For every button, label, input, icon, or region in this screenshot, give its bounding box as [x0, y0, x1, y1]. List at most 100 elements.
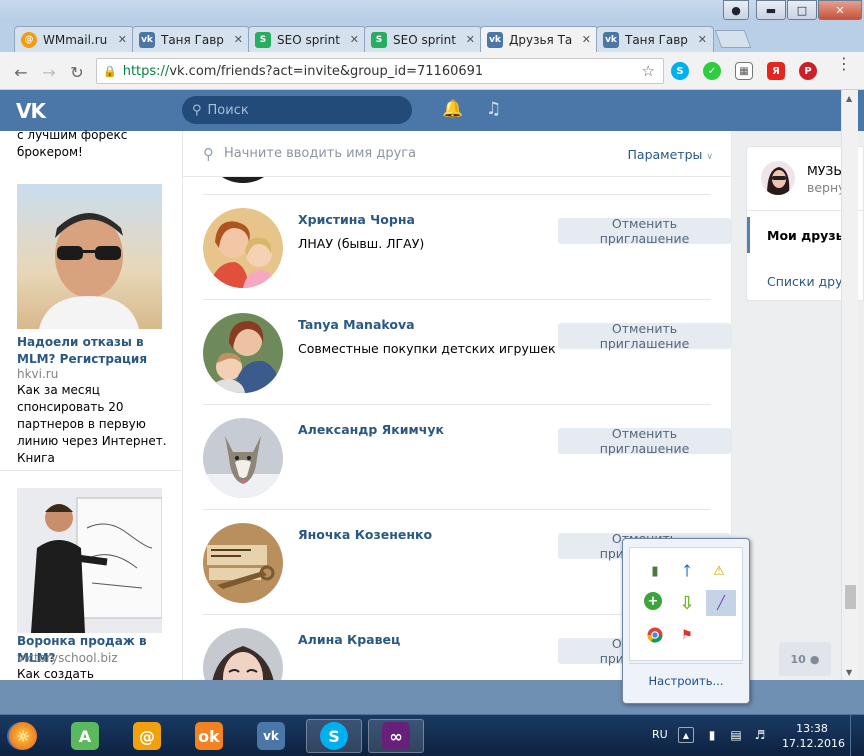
profile-button[interactable]: ● — [723, 0, 749, 20]
usb-safe-remove-icon[interactable]: ▮ — [644, 560, 666, 582]
close-tab-icon[interactable]: ✕ — [350, 33, 359, 46]
download-arrow-icon[interactable]: ⇩ — [676, 592, 698, 614]
cancel-invite-button[interactable]: Отменить приглашение — [558, 321, 731, 351]
taskbar-skype[interactable]: S — [306, 719, 362, 753]
reload-button[interactable]: ↻ — [66, 61, 88, 83]
browser-tab-3[interactable]: S SEO sprint ✕ — [248, 26, 366, 52]
friend-avatar[interactable] — [203, 418, 283, 498]
friends-counter-badge[interactable]: 10 ● — [779, 642, 831, 676]
browser-tab-4[interactable]: S SEO sprint ✕ — [364, 26, 482, 52]
browser-tab-2[interactable]: vk Таня Гавр ✕ — [132, 26, 250, 52]
ad-text-1[interactable]: Как за месяц спонсировать 20 партнеров в… — [17, 382, 167, 467]
friend-search-input[interactable] — [224, 146, 584, 161]
taskbar-vk[interactable]: vk — [248, 719, 294, 753]
group-avatar[interactable] — [761, 161, 795, 195]
system-clock[interactable]: 13:38 17.12.2016 — [782, 721, 845, 751]
close-window-button[interactable]: ✕ — [818, 0, 862, 20]
scroll-up-icon[interactable]: ▲ — [846, 94, 852, 103]
vk-logo-icon[interactable]: VK — [16, 99, 50, 123]
close-tab-icon[interactable]: ✕ — [582, 33, 591, 46]
close-tab-icon[interactable]: ✕ — [234, 33, 243, 46]
customize-tray-link[interactable]: Настроить... — [629, 663, 743, 697]
taskbar-visual-studio[interactable]: ∞ — [368, 719, 424, 753]
new-tab-button[interactable] — [714, 30, 752, 48]
presenter-whiteboard-photo — [31, 497, 162, 633]
music-icon[interactable]: ♫ — [486, 99, 501, 119]
friend-name[interactable]: Tanya Manakova — [298, 317, 415, 332]
bell-icon[interactable]: 🔔 — [442, 99, 463, 119]
friend-name[interactable]: Алина Кравец — [298, 632, 400, 647]
friend-name[interactable]: Яночка Козененко — [298, 527, 432, 542]
language-indicator[interactable]: RU — [652, 728, 668, 741]
maximize-button[interactable]: □ — [787, 0, 817, 20]
green-app-icon[interactable]: + — [644, 592, 662, 610]
taskbar-mail[interactable]: @ — [124, 719, 170, 753]
ad-title-1[interactable]: Надоели отказы в MLM? Регистрация — [17, 334, 167, 368]
lock-icon: 🔒 — [103, 64, 117, 78]
group-name[interactable]: МУЗЫ — [807, 163, 844, 178]
bookmark-star-icon[interactable]: ☆ — [642, 62, 655, 80]
friend-row: Tanya Manakova Совместные покупки детски… — [183, 299, 731, 404]
skype-extension-icon[interactable]: S — [671, 62, 689, 80]
taskbar-firefox[interactable]: ☼ — [0, 719, 46, 753]
taskbar-a-app[interactable]: A — [62, 719, 108, 753]
ad-text-2[interactable]: Как создать прибыльную — [17, 666, 167, 680]
ad-domain-1: hkvi.ru — [17, 367, 59, 381]
odnoklassniki-icon: ok — [195, 722, 223, 750]
close-tab-icon[interactable]: ✕ — [466, 33, 475, 46]
forward-button[interactable]: → — [38, 61, 60, 83]
browser-menu-icon[interactable]: ⋮ — [836, 56, 852, 72]
browser-tab-5-active[interactable]: vk Друзья Та ✕ — [480, 26, 598, 52]
network-icon[interactable]: ▤ — [728, 727, 744, 743]
close-tab-icon[interactable]: ✕ — [118, 33, 127, 46]
cancel-invite-button[interactable]: Отменить приглашение — [558, 216, 731, 246]
browser-tab-1[interactable]: @ WMmail.ru ✕ — [14, 26, 134, 52]
ad-image-1[interactable] — [17, 184, 162, 329]
ads-column: с лучшим форекс брокером! Надоели отказы… — [0, 128, 182, 680]
check-extension-icon[interactable]: ✓ — [703, 62, 721, 80]
ad-image-2[interactable] — [17, 488, 162, 633]
show-desktop-button[interactable] — [850, 715, 864, 756]
close-tab-icon[interactable]: ✕ — [698, 33, 707, 46]
grid-extension-icon[interactable]: ▦ — [735, 62, 753, 80]
window-titlebar: ● ▬ □ ✕ — [0, 0, 864, 22]
url-text: https://vk.com/friends?act=invite&group_… — [122, 63, 484, 79]
update-notification-icon[interactable]: ⚠ — [708, 560, 730, 582]
friend-avatar[interactable] — [203, 523, 283, 603]
seosprint-icon: S — [255, 31, 271, 48]
minimize-button[interactable]: ▬ — [756, 0, 786, 20]
maximize-icon: □ — [796, 3, 808, 17]
friend-row: Христина Чорна ЛНАУ (бывш. ЛГАУ) Отменит… — [183, 194, 731, 299]
friend-avatar[interactable] — [203, 313, 283, 393]
vk-header: VK ⚲ Поиск 🔔 ♫ — [0, 90, 864, 131]
vertical-scroll-thumb[interactable] — [845, 585, 856, 609]
ad-domain-2: victoryschool.biz — [17, 651, 118, 665]
vertical-scrollbar[interactable]: ▲ ▼ — [841, 90, 858, 680]
action-center-flag-icon[interactable]: ⚑ — [676, 624, 698, 646]
friend-name[interactable]: Александр Якимчук — [298, 422, 444, 437]
battery-icon[interactable]: ▮ — [704, 727, 720, 743]
pen-tool-icon[interactable]: ╱ — [706, 590, 736, 616]
address-bar[interactable]: 🔒 https://vk.com/friends?act=invite&grou… — [96, 58, 664, 84]
back-button[interactable]: ← — [10, 61, 32, 83]
browser-tab-6[interactable]: vk Таня Гавр ✕ — [596, 26, 714, 52]
bluetooth-icon[interactable]: ᛏ — [676, 560, 698, 582]
cancel-invite-button[interactable]: Отменить приглашение — [558, 426, 731, 456]
friend-subtitle: ЛНАУ (бывш. ЛГАУ) — [298, 236, 425, 251]
vk-icon: vk — [139, 31, 155, 48]
friend-name[interactable]: Христина Чорна — [298, 212, 415, 227]
tray-overflow-popup: ▮ ᛏ ⚠ + ⇩ ╱ ⚑ Настроить... — [622, 538, 750, 704]
volume-icon[interactable]: ♬ — [752, 727, 768, 743]
vk-search-input[interactable]: ⚲ Поиск — [182, 96, 412, 124]
taskbar-odnoklassniki[interactable]: ok — [186, 719, 232, 753]
pinterest-extension-icon[interactable]: P — [799, 62, 817, 80]
ad-top-text[interactable]: с лучшим форекс брокером! — [17, 127, 167, 161]
chrome-icon[interactable] — [644, 624, 666, 646]
yandex-extension-icon[interactable]: Я — [767, 62, 785, 80]
parameters-dropdown[interactable]: Параметры ∨ — [628, 147, 713, 162]
friend-avatar[interactable] — [203, 208, 283, 288]
friend-avatar[interactable] — [203, 628, 283, 680]
browser-toolbar: ← → ↻ 🔒 https://vk.com/friends?act=invit… — [0, 52, 864, 90]
show-hidden-icons-button[interactable]: ▲ — [678, 727, 694, 743]
scroll-down-icon[interactable]: ▼ — [846, 668, 852, 677]
